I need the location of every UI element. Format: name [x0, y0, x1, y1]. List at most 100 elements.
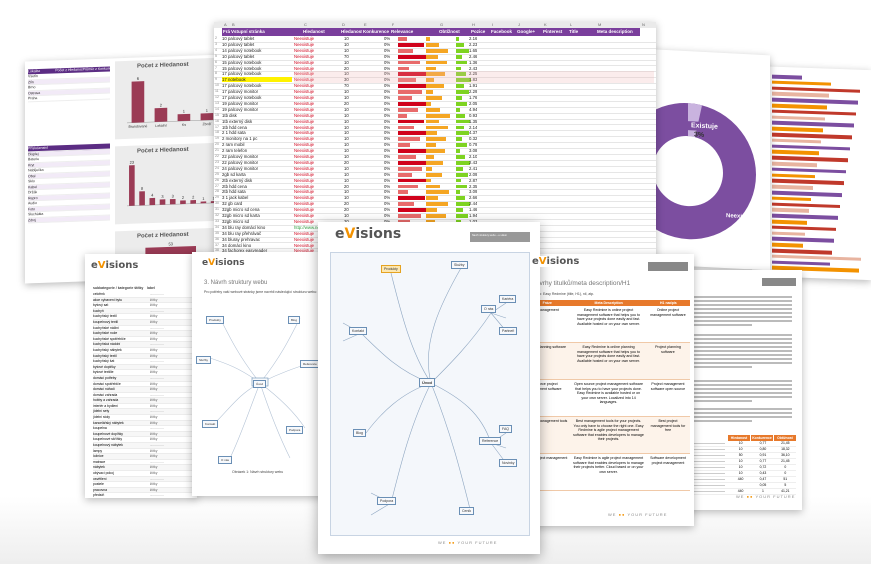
- horizontal-bar: [772, 184, 813, 190]
- paragraph-line: [692, 324, 752, 326]
- percent-cell: 0%: [384, 100, 391, 106]
- mindmap-node: Partneři: [499, 327, 518, 335]
- percent-cell: 0%: [384, 89, 391, 95]
- obtiznost-cell: 4.94: [469, 106, 478, 112]
- doc-word-list: eVisions subkategorie / kategorie štítky…: [85, 254, 197, 498]
- relevance-bar: [426, 37, 430, 41]
- hledanost-cell: 20: [344, 207, 349, 213]
- hledanost-cell: 10: [344, 171, 349, 177]
- relevance-bar: [426, 84, 444, 89]
- meta-desc: Open source project management software …: [574, 382, 643, 405]
- horizontal-bar-list: [772, 74, 867, 276]
- footer-tagline-meta: WE ●● YOUR FUTURE: [608, 512, 668, 517]
- structure-node: Blog: [288, 316, 301, 324]
- hledanost-cell: 20: [344, 100, 349, 106]
- status-cell: Neexistuje: [294, 148, 315, 154]
- phrase-cell: 24 palcový monitor: [222, 165, 259, 171]
- word-list-item: obývací pokoj: [93, 471, 114, 475]
- word-list-item: kuchyňský textil: [93, 353, 117, 358]
- meta-h1: Best project management tools for free: [650, 419, 686, 433]
- obtiznost-cell: 2.35: [469, 183, 478, 189]
- hledanost-cell: 10: [344, 106, 349, 112]
- horizontal-bar: [772, 179, 844, 186]
- hledanost-cell: 70: [344, 83, 349, 89]
- obtiznost-bar: [456, 149, 460, 153]
- konkurence-bar: [398, 137, 421, 142]
- phrase-cell: 32gb micro sd karta: [222, 213, 260, 218]
- paragraph-line: [692, 334, 792, 336]
- paragraph-line: [692, 304, 792, 306]
- chart-1-svg: 6 Brandované 2 Lokální 1 Ks 1 Zboží: [127, 76, 219, 129]
- row-number: 6: [215, 59, 217, 64]
- mindmap-node: Služby: [451, 261, 468, 269]
- word-list-label: ...............: [149, 308, 164, 313]
- row-number: 8: [215, 71, 217, 76]
- phrase-cell: 17 palcový notebook: [222, 71, 262, 77]
- word-list-item: jídelní stoly: [93, 415, 110, 420]
- structure-caption: Obrázek 1: Návrh struktury webu: [232, 470, 284, 474]
- chart-value-label: 1: [183, 109, 186, 114]
- obtiznost-cell: 0.79: [469, 142, 478, 148]
- hledanost-cell: 20: [344, 183, 349, 189]
- word-list-item: koupelnový nábytek: [93, 443, 123, 448]
- paragraph-line: [692, 392, 792, 394]
- word-list-header: subkategorie / kategorie štítky: [93, 286, 144, 290]
- phrase-cell: 10 palcový tablet: [222, 36, 255, 41]
- phrase-cell: 17 palcový monitor: [222, 89, 259, 95]
- header-cell: Pinterest: [542, 28, 568, 36]
- chart-bar: [154, 107, 168, 122]
- evisions-logo-center: eVisions: [332, 226, 405, 242]
- percent-cell: 0%: [384, 124, 391, 130]
- obtiznost-bar: [456, 96, 462, 100]
- chart-bar: [169, 198, 176, 205]
- status-cell: Neexistuje: [294, 41, 315, 47]
- header-cell: Meta description: [596, 28, 640, 36]
- row-number: 31: [215, 207, 219, 212]
- mindmap-center-node: Úvod: [419, 378, 435, 387]
- header-stamp: [762, 278, 796, 286]
- word-list-item: koupelnové doplňky: [93, 431, 123, 436]
- column-letter: I: [492, 22, 494, 27]
- konkurence-bar: [398, 166, 423, 171]
- horizontal-bar: [772, 103, 827, 110]
- meta-h1: Software development project management: [650, 456, 686, 465]
- stats-table: Hledanost Konkurence Obtížnost 10 0,77 21,45 1…: [689, 435, 796, 495]
- chart-bar: [180, 200, 186, 205]
- percent-cell: 0%: [384, 183, 391, 189]
- stats-cell: 51: [783, 477, 788, 481]
- row-number: 25: [215, 171, 219, 176]
- relevance-bar: [426, 137, 447, 142]
- mindmap-node: Ceník: [459, 507, 475, 515]
- obtiznost-bar: [456, 101, 468, 106]
- meta-table-row: open source project management software O…: [524, 380, 690, 417]
- horizontal-bar: [772, 80, 831, 86]
- horizontal-bar: [772, 126, 823, 133]
- meta-table: FrázeMeta DescriptionH1 nadpisproject ma…: [524, 300, 690, 491]
- konkurence-bar: [398, 90, 422, 94]
- row-number: 36: [215, 236, 219, 241]
- relevance-bar: [426, 90, 433, 94]
- phrase-cell: 2gb sd karta: [222, 171, 246, 177]
- row-number: 30: [215, 201, 219, 206]
- relevance-bar: [426, 54, 438, 59]
- hledanost-cell: 10: [344, 213, 349, 218]
- footer-tagline-right-doc: WE ●● YOUR FUTURE: [736, 494, 796, 499]
- chart-value-label: 2: [160, 102, 163, 107]
- phrase-cell: 1tb disk: [222, 112, 237, 118]
- row-number: 37: [215, 242, 219, 247]
- obtiznost-cell: 3.09: [469, 189, 478, 195]
- phrase-cell: 10 palcový tablet: [222, 53, 255, 59]
- stats-cell: 10: [738, 447, 743, 451]
- percent-cell: 0%: [384, 130, 391, 136]
- obtiznost-cell: 2.09: [469, 171, 478, 177]
- chart-category-label: Ks: [182, 123, 186, 127]
- stats-row-label-line: [689, 442, 725, 445]
- word-list-label: ...............: [149, 409, 164, 414]
- chart-panel-1: Počet z Hledanost 6 Brandované 2 Lokální 1 Ks…: [115, 57, 223, 140]
- meta-table-row: project management softwareEasy Redmine …: [524, 306, 690, 343]
- obtiznost-cell: 2.05: [469, 100, 478, 106]
- chart-value-label: 23: [130, 160, 135, 165]
- konkurence-bar: [398, 66, 410, 71]
- konkurence-bar: [398, 190, 408, 195]
- horizontal-bar: [772, 202, 840, 209]
